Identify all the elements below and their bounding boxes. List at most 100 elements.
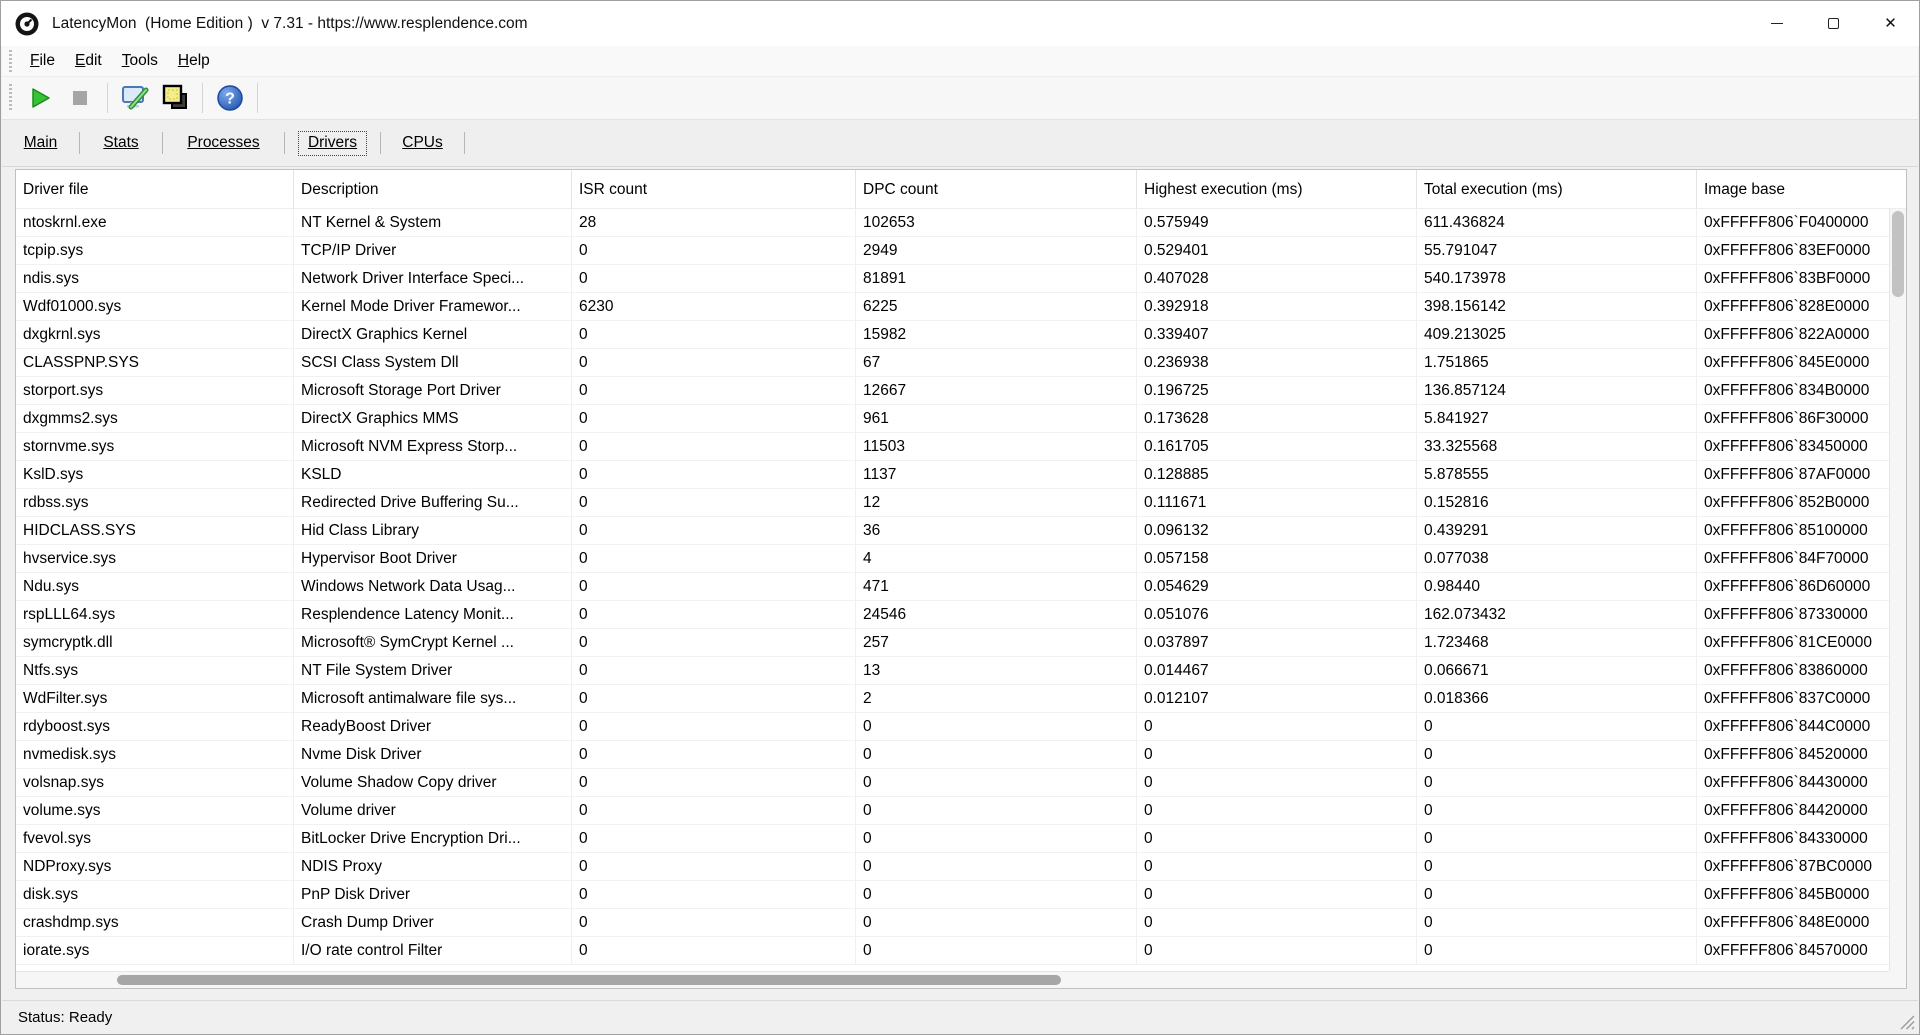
cell-driver-file: tcpip.sys (16, 237, 294, 264)
cell-highest-execution: 0.111671 (1137, 489, 1417, 516)
column-header-driver-file[interactable]: Driver file (16, 170, 294, 208)
table-row[interactable]: CLASSPNP.SYS SCSI Class System Dll 0 67 … (16, 349, 1889, 377)
cell-image-base: 0xFFFFF806`845E0000 (1697, 349, 1889, 376)
cell-dpc-count: 12 (856, 489, 1137, 516)
cell-driver-file: Wdf01000.sys (16, 293, 294, 320)
cell-isr-count: 0 (572, 909, 856, 936)
tab-stats[interactable]: Stats (80, 120, 162, 166)
table-row[interactable]: Ndu.sys Windows Network Data Usag... 0 4… (16, 573, 1889, 601)
maximize-button[interactable] (1805, 1, 1862, 46)
cell-dpc-count: 0 (856, 825, 1137, 852)
cell-description: Resplendence Latency Monit... (294, 601, 572, 628)
cell-dpc-count: 471 (856, 573, 1137, 600)
table-row[interactable]: rspLLL64.sys Resplendence Latency Monit.… (16, 601, 1889, 629)
table-row[interactable]: iorate.sys I/O rate control Filter 0 0 0… (16, 937, 1889, 965)
cell-isr-count: 0 (572, 517, 856, 544)
vertical-scrollbar-thumb[interactable] (1892, 211, 1904, 297)
tab-focus-rect: Drivers (298, 131, 367, 156)
cell-driver-file: symcryptk.dll (16, 629, 294, 656)
tab-separator (464, 132, 465, 154)
cell-total-execution: 33.325568 (1417, 433, 1697, 460)
table-row[interactable]: hvservice.sys Hypervisor Boot Driver 0 4… (16, 545, 1889, 573)
cell-driver-file: dxgmms2.sys (16, 405, 294, 432)
horizontal-scrollbar[interactable] (16, 971, 1889, 988)
tab-cpus[interactable]: CPUs (381, 120, 464, 166)
cell-description: Microsoft® SymCrypt Kernel ... (294, 629, 572, 656)
table-row[interactable]: fvevol.sys BitLocker Drive Encryption Dr… (16, 825, 1889, 853)
table-row[interactable]: Ntfs.sys NT File System Driver 0 13 0.01… (16, 657, 1889, 685)
table-row[interactable]: KslD.sys KSLD 0 1137 0.128885 5.878555 0… (16, 461, 1889, 489)
cell-total-execution: 5.878555 (1417, 461, 1697, 488)
table-row[interactable]: ndis.sys Network Driver Interface Speci.… (16, 265, 1889, 293)
cell-image-base: 0xFFFFF806`86F30000 (1697, 405, 1889, 432)
menu-item-tools[interactable]: Tools (112, 47, 168, 75)
table-row[interactable]: symcryptk.dll Microsoft® SymCrypt Kernel… (16, 629, 1889, 657)
stop-monitor-button[interactable] (62, 80, 98, 116)
cell-highest-execution: 0 (1137, 937, 1417, 964)
table-row[interactable]: HIDCLASS.SYS Hid Class Library 0 36 0.09… (16, 517, 1889, 545)
cell-total-execution: 0 (1417, 713, 1697, 740)
column-header-highest-execution[interactable]: Highest execution (ms) (1137, 170, 1417, 208)
cell-dpc-count: 257 (856, 629, 1137, 656)
cell-driver-file: CLASSPNP.SYS (16, 349, 294, 376)
statusbar: Status: Ready (2, 1000, 1918, 1033)
tab-processes[interactable]: Processes (163, 120, 284, 166)
cell-isr-count: 0 (572, 489, 856, 516)
resize-grip-icon[interactable] (1900, 1015, 1915, 1030)
cell-driver-file: dxgkrnl.sys (16, 321, 294, 348)
table-row[interactable]: volsnap.sys Volume Shadow Copy driver 0 … (16, 769, 1889, 797)
table-row[interactable]: storport.sys Microsoft Storage Port Driv… (16, 377, 1889, 405)
vertical-scrollbar[interactable] (1889, 209, 1906, 971)
column-header-description[interactable]: Description (294, 170, 572, 208)
start-monitor-button[interactable] (22, 80, 58, 116)
table-row[interactable]: WdFilter.sys Microsoft antimalware file … (16, 685, 1889, 713)
menu-item-edit[interactable]: Edit (65, 47, 112, 75)
close-button[interactable]: ✕ (1862, 1, 1919, 46)
table-row[interactable]: rdyboost.sys ReadyBoost Driver 0 0 0 0 0… (16, 713, 1889, 741)
cell-isr-count: 0 (572, 265, 856, 292)
cell-dpc-count: 0 (856, 881, 1137, 908)
cell-highest-execution: 0.054629 (1137, 573, 1417, 600)
cell-total-execution: 0.152816 (1417, 489, 1697, 516)
table-row[interactable]: nvmedisk.sys Nvme Disk Driver 0 0 0 0 0x… (16, 741, 1889, 769)
column-header-dpc-count[interactable]: DPC count (856, 170, 1137, 208)
table-row[interactable]: volume.sys Volume driver 0 0 0 0 0xFFFFF… (16, 797, 1889, 825)
table-row[interactable]: rdbss.sys Redirected Drive Buffering Su.… (16, 489, 1889, 517)
minimize-button[interactable] (1748, 1, 1805, 46)
options-button[interactable] (117, 80, 153, 116)
report-button[interactable] (157, 80, 193, 116)
table-row[interactable]: ntoskrnl.exe NT Kernel & System 28 10265… (16, 209, 1889, 237)
table-row[interactable]: tcpip.sys TCP/IP Driver 0 2949 0.529401 … (16, 237, 1889, 265)
cell-driver-file: storport.sys (16, 377, 294, 404)
menu-item-help[interactable]: Help (168, 47, 220, 75)
cell-dpc-count: 12667 (856, 377, 1137, 404)
table-row[interactable]: dxgkrnl.sys DirectX Graphics Kernel 0 15… (16, 321, 1889, 349)
column-header-image-base[interactable]: Image base (1697, 170, 1906, 208)
cell-isr-count: 0 (572, 853, 856, 880)
column-header-isr-count[interactable]: ISR count (572, 170, 856, 208)
cell-description: Microsoft Storage Port Driver (294, 377, 572, 404)
table-row[interactable]: Wdf01000.sys Kernel Mode Driver Framewor… (16, 293, 1889, 321)
tab-main[interactable]: Main (2, 120, 79, 166)
cell-isr-count: 28 (572, 209, 856, 236)
cell-description: Volume Shadow Copy driver (294, 769, 572, 796)
table-row[interactable]: dxgmms2.sys DirectX Graphics MMS 0 961 0… (16, 405, 1889, 433)
cell-total-execution: 55.791047 (1417, 237, 1697, 264)
cell-total-execution: 611.436824 (1417, 209, 1697, 236)
table-row[interactable]: stornvme.sys Microsoft NVM Express Storp… (16, 433, 1889, 461)
tab-drivers[interactable]: Drivers (285, 120, 380, 166)
help-button[interactable]: ? (212, 80, 248, 116)
cell-highest-execution: 0.161705 (1137, 433, 1417, 460)
table-row[interactable]: disk.sys PnP Disk Driver 0 0 0 0 0xFFFFF… (16, 881, 1889, 909)
horizontal-scrollbar-thumb[interactable] (117, 975, 1061, 985)
cell-dpc-count: 2 (856, 685, 1137, 712)
menu-item-file[interactable]: File (20, 47, 65, 75)
cell-isr-count: 0 (572, 237, 856, 264)
cell-dpc-count: 13 (856, 657, 1137, 684)
column-header-total-execution[interactable]: Total execution (ms) (1417, 170, 1697, 208)
cell-isr-count: 0 (572, 461, 856, 488)
cell-total-execution: 1.751865 (1417, 349, 1697, 376)
table-row[interactable]: crashdmp.sys Crash Dump Driver 0 0 0 0 0… (16, 909, 1889, 937)
cell-isr-count: 0 (572, 741, 856, 768)
table-row[interactable]: NDProxy.sys NDIS Proxy 0 0 0 0 0xFFFFF80… (16, 853, 1889, 881)
